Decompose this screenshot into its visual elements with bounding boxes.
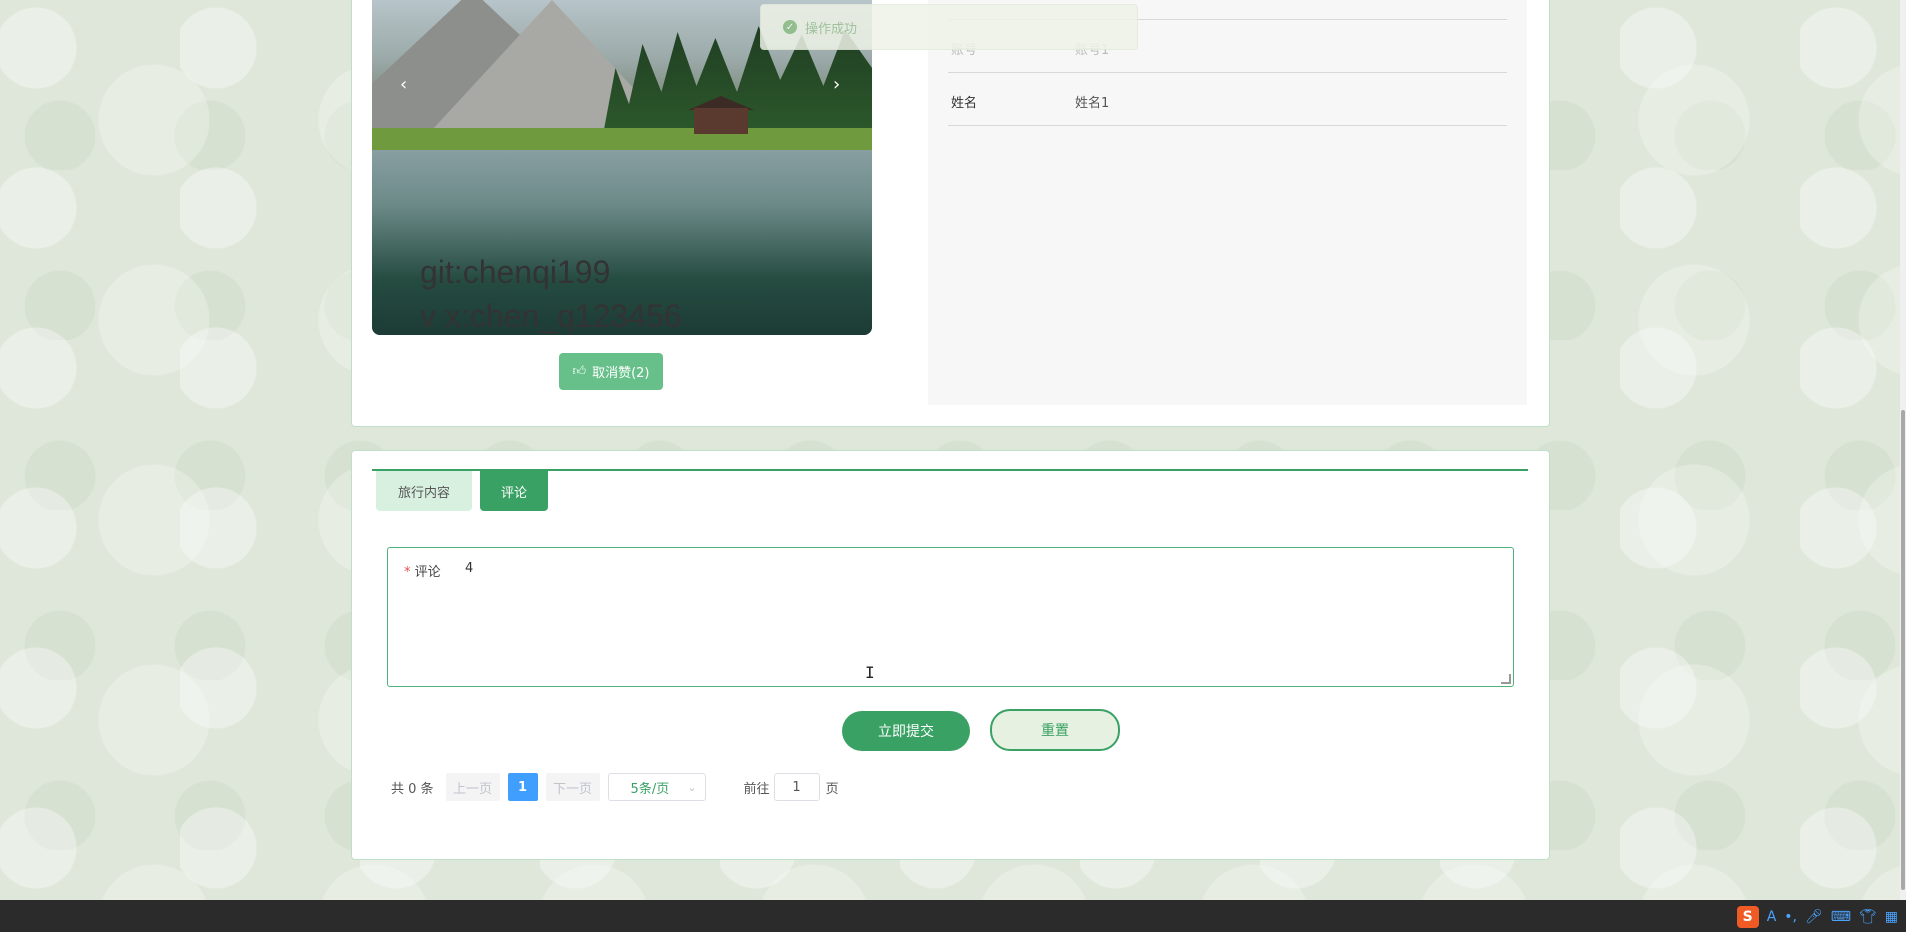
taskbar: S A •, 🎤︎ ⌨ 👕︎ ▦ <box>0 900 1906 932</box>
chevron-left-icon[interactable]: ‹ <box>400 74 407 95</box>
pagination-total: 共 0 条 <box>391 781 434 797</box>
unlike-button[interactable]: 👍︎ 取消赞(2) <box>559 353 663 390</box>
prev-page-button[interactable]: 上一页 <box>445 773 500 801</box>
ime-mode-icon[interactable]: A <box>1767 909 1777 925</box>
scrollbar-thumb[interactable] <box>1901 410 1905 890</box>
watermark-line-1: git:chenqi199 <box>420 254 611 290</box>
page-size-value: 5条/页 <box>630 781 670 797</box>
success-toast: ✓ 操作成功 <box>760 4 1138 50</box>
image-carousel[interactable]: git:chenqi199 v x:chen_q123456 ‹ › <box>372 0 872 335</box>
comment-label-text: 评论 <box>414 565 441 580</box>
tab-travel-content[interactable]: 旅行内容 <box>376 471 472 511</box>
resize-handle-icon[interactable] <box>1501 674 1511 684</box>
tab-comment[interactable]: 评论 <box>480 471 548 511</box>
goto-page-input[interactable]: 1 <box>773 773 820 801</box>
info-label: 姓名 <box>951 96 978 111</box>
next-page-button[interactable]: 下一页 <box>545 773 600 801</box>
reset-button[interactable]: 重置 <box>990 709 1120 751</box>
comment-field-label: * 评论 <box>404 561 441 580</box>
page-size-select[interactable]: 5条/页 ⌄ <box>607 773 706 801</box>
required-mark: * <box>404 565 411 580</box>
goto-suffix: 页 <box>825 781 839 797</box>
comment-input-value: 4 <box>465 561 474 576</box>
keyboard-icon[interactable]: ⌨ <box>1831 909 1851 925</box>
info-row: 姓名 姓名1 <box>948 72 1507 126</box>
page-number-button[interactable]: 1 <box>507 773 538 801</box>
skin-icon[interactable]: 👕︎ <box>1859 909 1877 925</box>
thumbs-up-icon: 👍︎ <box>572 364 587 379</box>
info-panel: 账号 账号1 姓名 姓名1 <box>928 0 1527 405</box>
chevron-down-icon: ⌄ <box>687 780 697 794</box>
info-value: 姓名1 <box>1075 96 1110 111</box>
check-circle-icon: ✓ <box>783 20 797 34</box>
grid-menu-icon[interactable]: ▦ <box>1885 909 1898 925</box>
system-tray: S A •, 🎤︎ ⌨ 👕︎ ▦ <box>1736 906 1898 928</box>
ime-logo-icon[interactable]: S <box>1736 906 1759 928</box>
chevron-right-icon[interactable]: › <box>833 74 840 95</box>
toast-message: 操作成功 <box>805 21 858 37</box>
punctuation-icon[interactable]: •, <box>1784 909 1797 925</box>
unlike-button-label: 取消赞(2) <box>592 366 650 381</box>
watermark-line-2: v x:chen_q123456 <box>420 298 682 334</box>
microphone-icon[interactable]: 🎤︎ <box>1805 909 1823 925</box>
comment-textarea[interactable]: * 评论 4 <box>387 547 1514 687</box>
pagination: 共 0 条 上一页 1 下一页 5条/页 ⌄ 前往 1 页 <box>391 773 839 801</box>
goto-label: 前往 <box>743 781 770 797</box>
submit-button[interactable]: 立即提交 <box>842 711 970 751</box>
text-cursor-icon: I <box>865 663 875 682</box>
